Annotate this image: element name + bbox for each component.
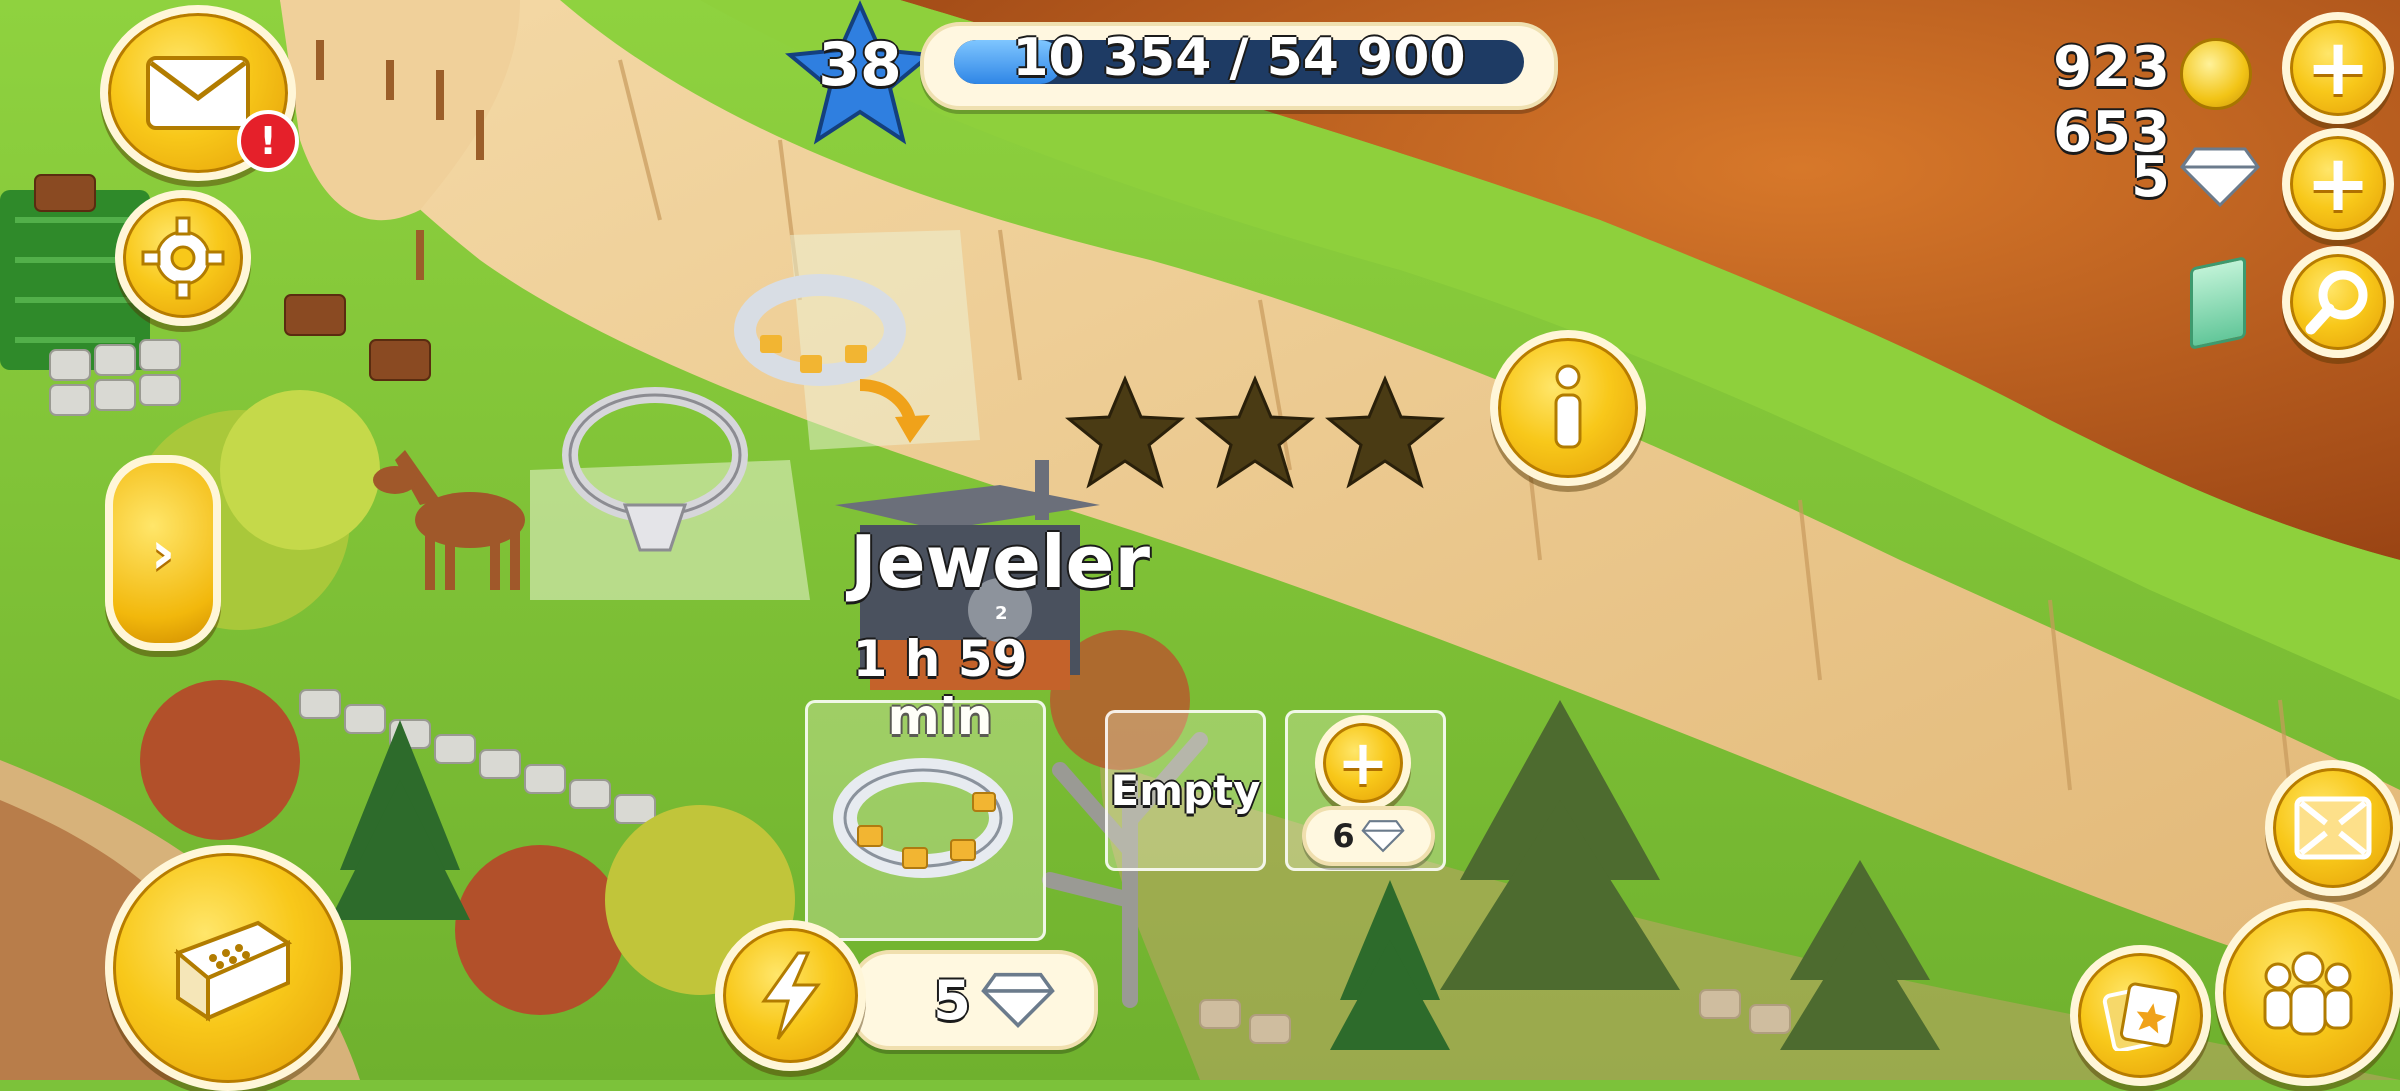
speed-up-cost-value: 5	[933, 968, 971, 1032]
star-icon	[1325, 375, 1445, 489]
production-slot-active[interactable]	[805, 700, 1046, 941]
plus-icon: +	[2305, 23, 2371, 113]
info-icon	[1554, 364, 1582, 449]
arrow-icon	[859, 379, 930, 443]
queue-badge: 2	[995, 603, 1008, 624]
building-name: Jeweler	[850, 520, 1150, 604]
add-slot-cost[interactable]: 6	[1302, 806, 1435, 866]
level-number: 38	[818, 30, 902, 100]
star-icon	[1065, 375, 1185, 489]
shop-button[interactable]	[105, 845, 351, 1091]
speed-up-button[interactable]	[715, 920, 866, 1071]
cards-button[interactable]	[2070, 945, 2211, 1086]
xp-bar: 10 354 / 54 900	[920, 22, 1558, 110]
lightning-icon	[760, 951, 821, 1040]
voucher-icon	[2190, 256, 2246, 350]
diamond-icon	[980, 972, 1055, 1028]
plus-icon: +	[2305, 139, 2371, 229]
cash-register-icon	[174, 920, 293, 1022]
buy-diamonds-button[interactable]: +	[2282, 128, 2394, 240]
buy-coins-button[interactable]: +	[2282, 12, 2394, 124]
xp-text: 10 354 / 54 900	[1012, 28, 1466, 88]
empty-slot-label: Empty	[1110, 766, 1261, 815]
coin-icon	[2180, 38, 2252, 110]
star-rating	[1065, 375, 1455, 495]
expand-button[interactable]	[2265, 760, 2400, 896]
add-slot-cost-value: 6	[1332, 817, 1355, 855]
mail-icon	[146, 56, 250, 130]
star-icon	[1195, 375, 1315, 489]
magnifier-icon	[2305, 270, 2368, 335]
diamond-icon	[2180, 147, 2260, 208]
friends-icon	[2263, 951, 2353, 1036]
diamond-count: 5	[2131, 145, 2170, 210]
production-slot-empty[interactable]: Empty	[1105, 710, 1266, 871]
settings-button[interactable]	[115, 190, 251, 326]
diamond-icon	[1361, 820, 1405, 853]
chevron-right-icon: ›	[150, 518, 176, 588]
friends-button[interactable]	[2215, 900, 2400, 1086]
search-button[interactable]	[2282, 246, 2394, 358]
cards-icon	[2102, 982, 2180, 1051]
alert-badge: !	[237, 110, 299, 172]
level-star: 38	[785, 0, 935, 150]
gear-icon	[141, 216, 225, 300]
info-button[interactable]	[1490, 330, 1646, 486]
expand-icon	[2294, 796, 2372, 860]
side-panel-button[interactable]: ›	[105, 455, 221, 651]
speed-up-cost[interactable]: 5	[850, 950, 1098, 1050]
add-slot-button[interactable]: +	[1315, 715, 1411, 811]
plus-icon: +	[1337, 726, 1389, 799]
necklace-item	[562, 387, 748, 552]
bracelet-icon	[833, 758, 1013, 878]
